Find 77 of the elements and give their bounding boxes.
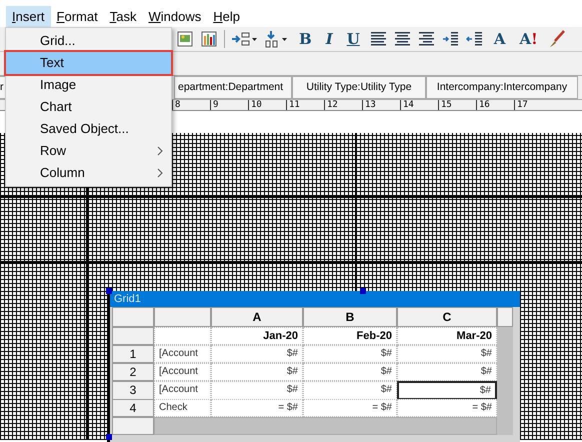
- table-cell[interactable]: $#: [303, 363, 397, 381]
- table-cell: [Account: [154, 345, 211, 363]
- table-cell[interactable]: $#: [211, 363, 303, 381]
- grid-title: Grid1: [114, 292, 141, 307]
- menu-item[interactable]: Text: [6, 52, 171, 74]
- align-left-icon[interactable]: [370, 30, 388, 48]
- align-center-icon[interactable]: [394, 30, 412, 48]
- ruler-number: 13: [362, 100, 400, 110]
- ruler-number: 11: [286, 100, 324, 110]
- table-cell: Jan-20: [211, 327, 303, 345]
- table-cell[interactable]: = $#: [397, 399, 497, 417]
- row-header[interactable]: 2: [112, 363, 154, 381]
- table-cell[interactable]: $#: [303, 381, 397, 400]
- table-cell[interactable]: $#: [211, 345, 303, 363]
- table-cell[interactable]: $#: [303, 345, 397, 363]
- ruler-number: 16: [476, 100, 514, 110]
- chevron-right-icon: [157, 168, 163, 178]
- menu-item[interactable]: Column: [6, 162, 171, 184]
- menu-item[interactable]: Insert: [6, 6, 51, 27]
- table-cell[interactable]: = $#: [211, 399, 303, 417]
- italic-button[interactable]: I: [322, 32, 337, 46]
- column-header[interactable]: B: [303, 307, 397, 327]
- corner-header: [112, 307, 154, 327]
- table-cell[interactable]: $#: [397, 381, 497, 400]
- align-right-icon[interactable]: [418, 30, 436, 48]
- menu-item[interactable]: Chart: [6, 96, 171, 118]
- table-cell: Feb-20: [303, 327, 397, 345]
- table-cell[interactable]: $#: [397, 345, 497, 363]
- table-cell[interactable]: $#: [397, 363, 497, 381]
- column-header[interactable]: C: [397, 307, 497, 327]
- bold-button[interactable]: B: [295, 32, 316, 46]
- ruler-number: 15: [438, 100, 476, 110]
- resize-handle[interactable]: [106, 434, 112, 440]
- font-color-button[interactable]: A!: [515, 32, 542, 46]
- outdent-icon[interactable]: [466, 30, 484, 48]
- row-header[interactable]: 1: [112, 345, 154, 363]
- image-icon[interactable]: [176, 30, 194, 48]
- underline-button[interactable]: U: [342, 32, 364, 46]
- resize-handle[interactable]: [360, 288, 366, 294]
- ruler-number: 10: [248, 100, 286, 110]
- table-cell: [154, 327, 211, 345]
- table-cell: [Account: [154, 381, 211, 400]
- row-header: [112, 417, 154, 435]
- menu-item[interactable]: Format: [50, 6, 104, 27]
- column-header: [154, 307, 211, 327]
- menu-item[interactable]: Row: [6, 140, 171, 162]
- bar-chart-icon[interactable]: [200, 30, 218, 48]
- menu-item[interactable]: Saved Object...: [6, 118, 171, 140]
- dimension-tab[interactable]: epartment:Department: [174, 76, 292, 99]
- indent-icon[interactable]: [442, 30, 460, 48]
- dimension-tab[interactable]: Utility Type:Utility Type: [292, 76, 426, 99]
- row-header[interactable]: 3: [112, 381, 154, 400]
- resize-handle[interactable]: [106, 288, 112, 294]
- ruler-number: 14: [400, 100, 438, 110]
- menu-item[interactable]: Grid...: [6, 30, 171, 52]
- row-header[interactable]: 4: [112, 399, 154, 417]
- font-button[interactable]: A: [490, 32, 510, 46]
- ruler-number: 17: [514, 100, 552, 110]
- ruler-number: 9: [210, 100, 248, 110]
- ruler-number: 12: [324, 100, 362, 110]
- insert-column-icon[interactable]: [263, 30, 289, 48]
- menu-item[interactable]: Windows: [142, 6, 208, 27]
- column-header: [497, 307, 513, 327]
- column-header[interactable]: A: [211, 307, 303, 327]
- dimension-tab[interactable]: Intercompany:Intercompany: [426, 76, 578, 99]
- chevron-right-icon: [157, 146, 163, 156]
- menu-item[interactable]: Help: [207, 6, 246, 27]
- paintbrush-icon[interactable]: [548, 30, 566, 48]
- table-cell: [Account: [154, 363, 211, 381]
- table-cell[interactable]: $#: [211, 381, 303, 400]
- table-cell: Mar-20: [397, 327, 497, 345]
- menu-item[interactable]: Image: [6, 74, 171, 96]
- insert-row-icon[interactable]: [231, 30, 257, 48]
- menu-item[interactable]: Task: [104, 6, 142, 27]
- row-header: [112, 327, 154, 345]
- table-cell: Check: [154, 399, 211, 417]
- table-cell[interactable]: = $#: [303, 399, 397, 417]
